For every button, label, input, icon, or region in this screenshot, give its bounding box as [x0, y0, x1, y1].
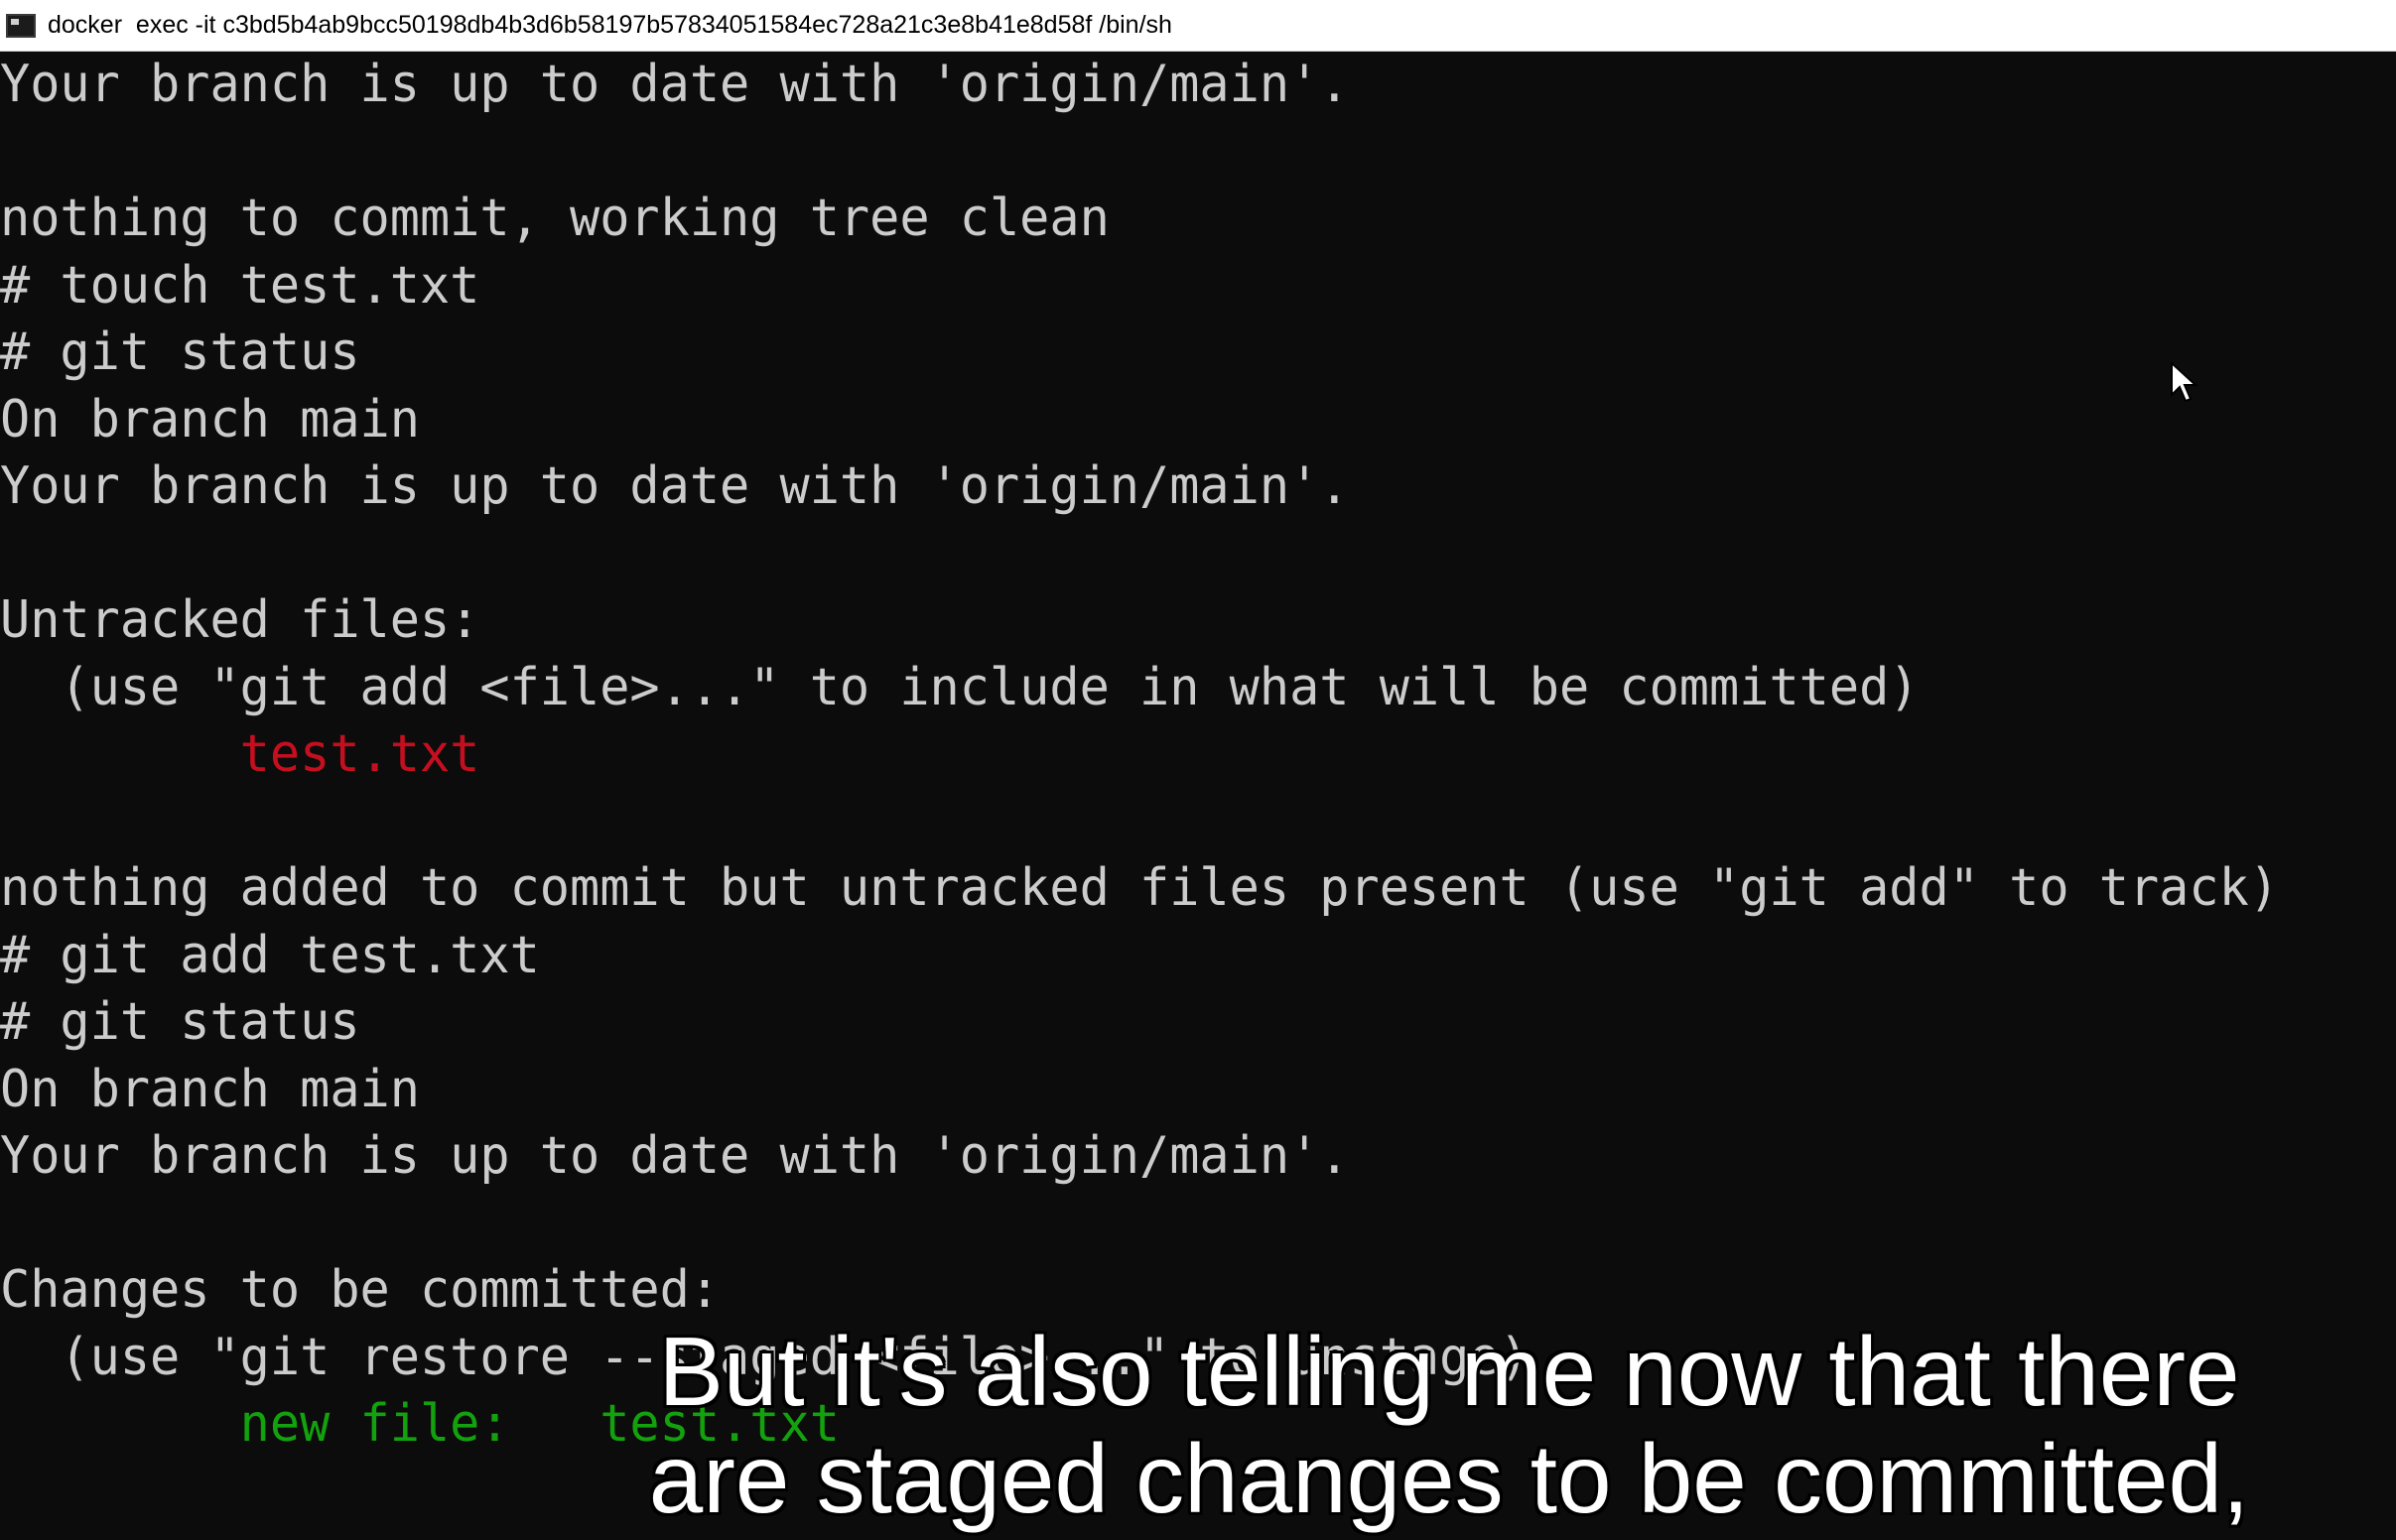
terminal-line: Changes to be committed: — [0, 1260, 721, 1320]
terminal-line: nothing added to commit but untracked fi… — [0, 858, 2280, 918]
terminal-line: # git status — [0, 322, 360, 382]
subtitle-line-2: are staged changes to be committed, — [648, 1424, 2250, 1533]
terminal-line: Your branch is up to date with 'origin/m… — [0, 456, 1350, 516]
terminal-line: (use "git add <file>..." to include in w… — [0, 657, 1920, 717]
terminal-line-untracked-file: test.txt — [0, 721, 480, 788]
terminal-line: Untracked files: — [0, 590, 480, 650]
terminal-line: On branch main — [0, 389, 420, 449]
terminal-window: docker exec -it c3bd5b4ab9bcc50198db4b3d… — [0, 0, 2396, 1540]
mouse-pointer-icon — [2171, 361, 2198, 403]
untracked-file-name: test.txt — [239, 724, 480, 784]
terminal-line: Your branch is up to date with 'origin/m… — [0, 55, 1350, 114]
terminal-line: On branch main — [0, 1059, 420, 1119]
terminal-line: nothing to commit, working tree clean — [0, 189, 1110, 248]
terminal-line: # git status — [0, 992, 360, 1052]
terminal-icon — [6, 13, 36, 38]
terminal-line: # git add test.txt — [0, 925, 540, 985]
window-title: docker exec -it c3bd5b4ab9bcc50198db4b3d… — [48, 11, 1172, 39]
video-subtitle: But it's also telling me now that there … — [536, 1318, 2362, 1532]
terminal-line: # touch test.txt — [0, 255, 480, 316]
terminal-line: Your branch is up to date with 'origin/m… — [0, 1126, 1350, 1186]
title-bar[interactable]: docker exec -it c3bd5b4ab9bcc50198db4b3d… — [0, 0, 2396, 52]
subtitle-line-1: But it's also telling me now that there — [658, 1317, 2240, 1426]
